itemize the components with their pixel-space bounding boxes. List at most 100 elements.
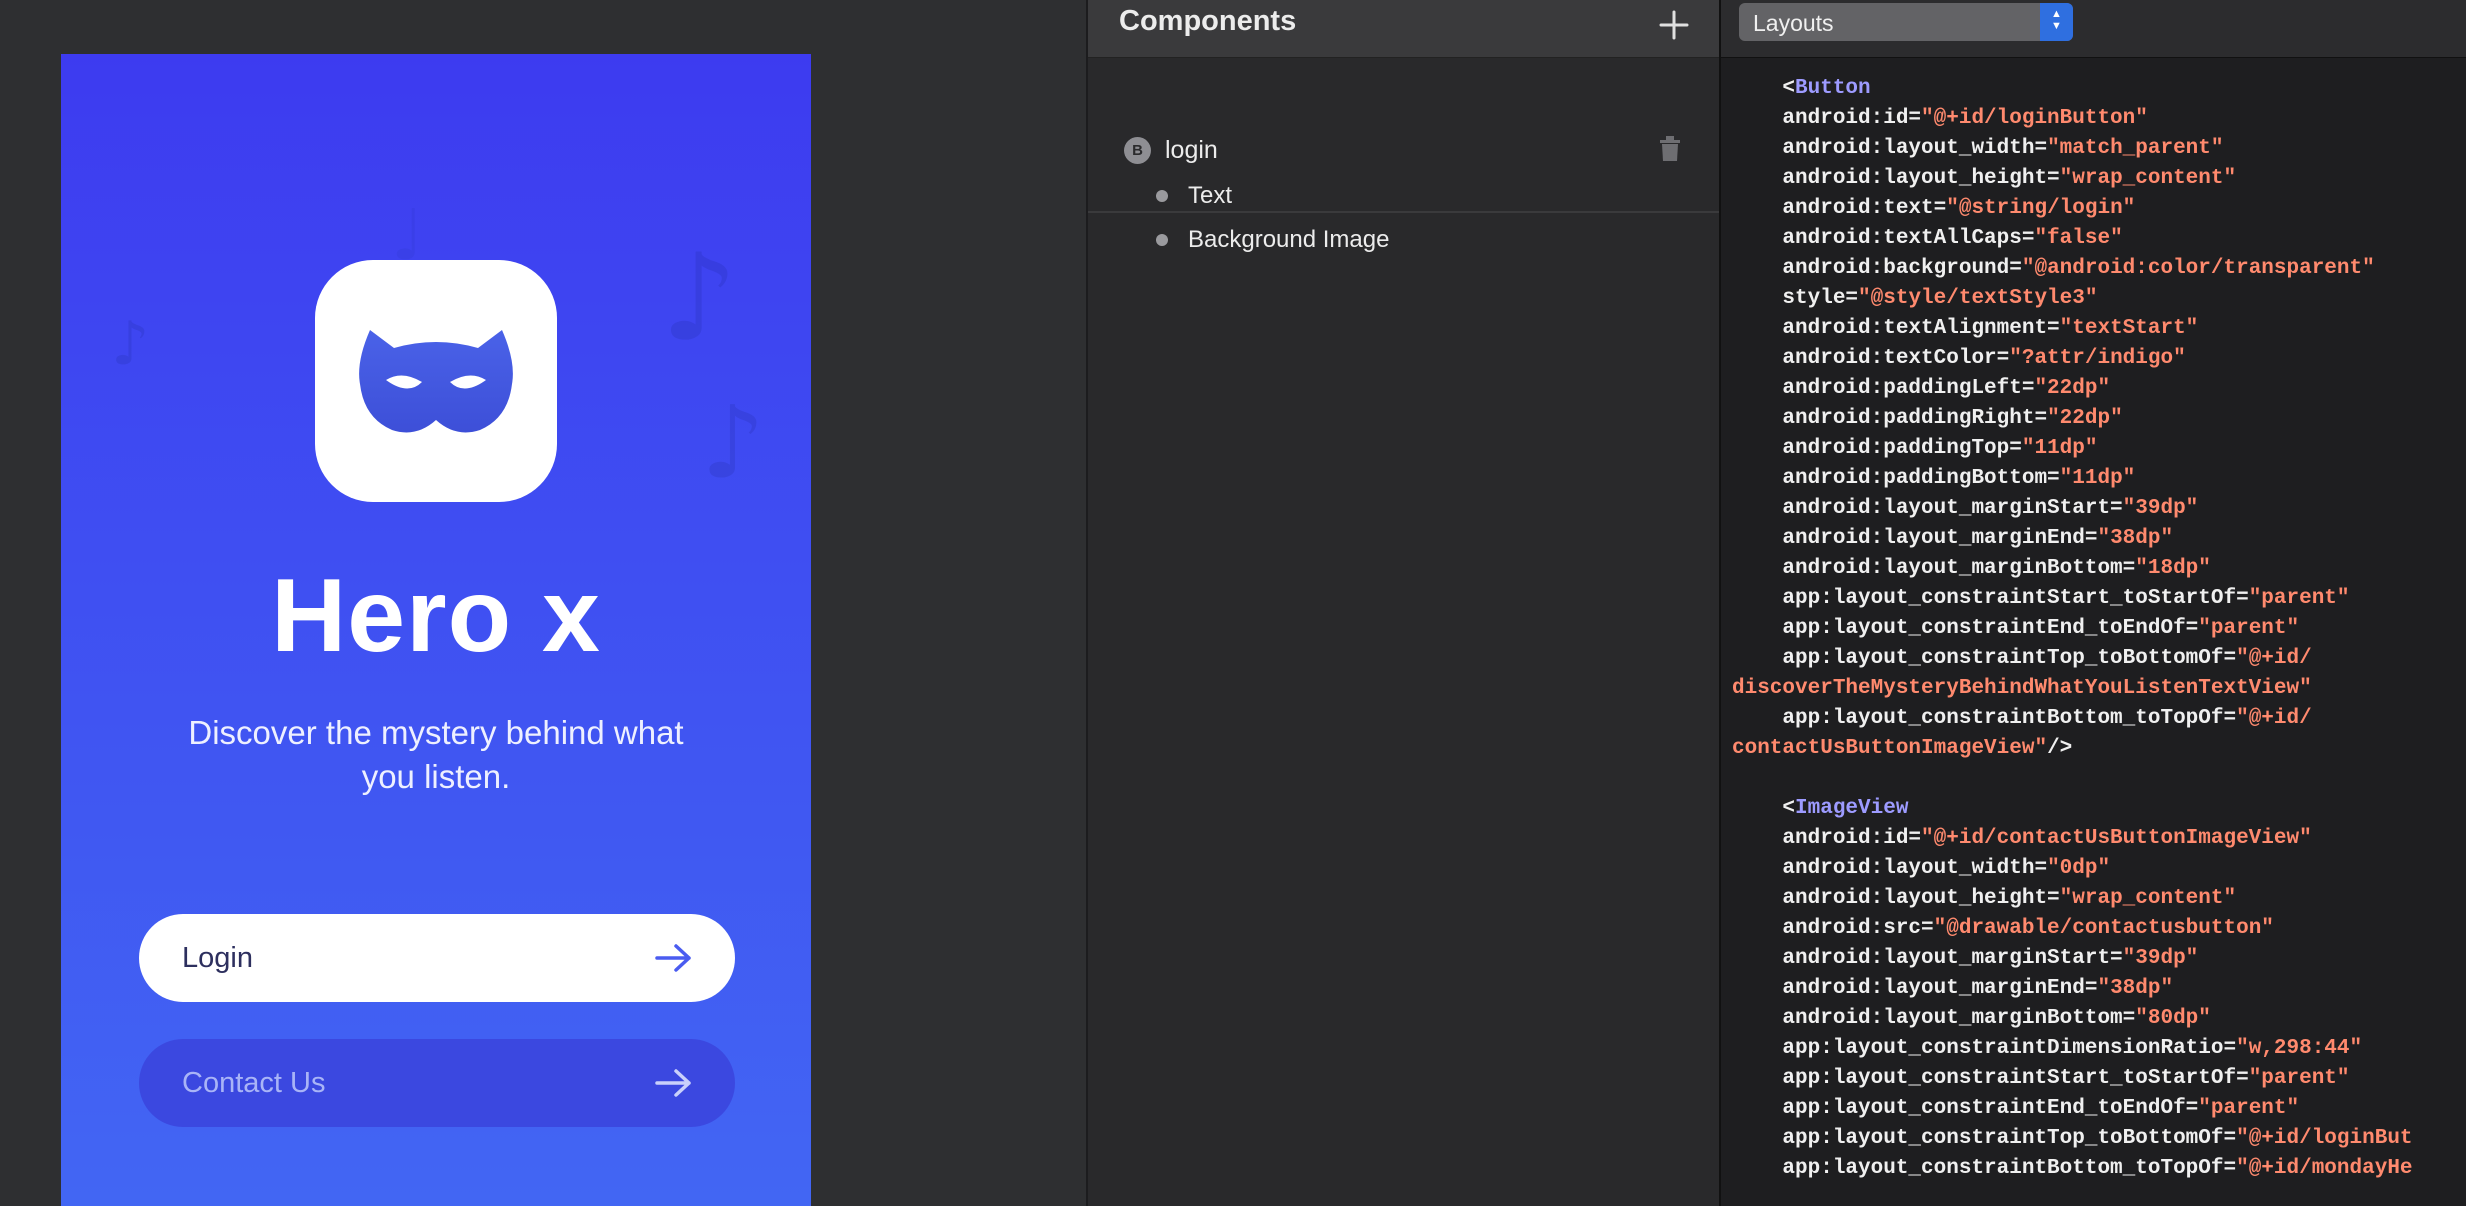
code-line: android:layout_height="wrap_content" — [1732, 164, 2462, 194]
code-text: app:layout_constraintDimensionRatio= — [1732, 1037, 2237, 1060]
bullet-icon — [1156, 190, 1168, 202]
code-text: app:layout_constraintBottom_toTopOf= — [1732, 1157, 2237, 1180]
code-line: style="@style/textStyle3" — [1732, 284, 2462, 314]
code-line: app:layout_constraintEnd_toEndOf="parent… — [1732, 1094, 2462, 1124]
code-text: android:paddingBottom= — [1732, 467, 2060, 490]
code-value: "39dp" — [2122, 947, 2199, 970]
app-title: Hero x — [271, 558, 601, 674]
code-value: "@style/textStyle3" — [1858, 287, 2098, 310]
contact-us-button-label: Contact Us — [182, 1066, 326, 1099]
phone-preview: ♪ ♪ ♪ ♩ Hero x Discover the mystery behi… — [61, 54, 811, 1206]
select-stepper-icon: ▲ ▼ — [2040, 3, 2073, 41]
code-text: < — [1732, 77, 1796, 100]
code-line: android:textAlignment="textStart" — [1732, 314, 2462, 344]
code-text: android:layout_width= — [1732, 857, 2048, 880]
code-value: "@string/login" — [1946, 197, 2136, 220]
add-component-button[interactable] — [1659, 7, 1689, 47]
login-button[interactable]: Login — [139, 914, 735, 1002]
code-text: android:paddingRight= — [1732, 407, 2048, 430]
code-value: "@+id/ — [2236, 707, 2312, 730]
code-value: "?attr/indigo" — [2009, 347, 2186, 370]
code-line: app:layout_constraintStart_toStartOf="pa… — [1732, 584, 2462, 614]
code-line: app:layout_constraintTop_toBottomOf="@+i… — [1732, 644, 2462, 674]
code-line: android:layout_height="wrap_content" — [1732, 884, 2462, 914]
component-child-label: Text — [1188, 182, 1233, 209]
code-line: <ImageView — [1732, 794, 2462, 824]
code-line: discoverTheMysteryBehindWhatYouListenTex… — [1732, 674, 2462, 704]
layout-type-select[interactable]: Layouts ▲ ▼ — [1739, 3, 2073, 41]
code-text: android:layout_marginEnd= — [1732, 527, 2098, 550]
code-line: android:layout_marginEnd="38dp" — [1732, 974, 2462, 1004]
code-value: "parent" — [2198, 1097, 2300, 1120]
bullet-icon — [1156, 234, 1168, 246]
code-text: android:layout_height= — [1732, 167, 2060, 190]
code-value: "22dp" — [2034, 377, 2111, 400]
trash-icon — [1660, 136, 1680, 161]
code-value: "@+id/loginButton" — [1921, 107, 2148, 130]
code-text: android:id= — [1732, 107, 1922, 130]
delete-component-button[interactable] — [1659, 136, 1681, 167]
code-text: android:paddingTop= — [1732, 437, 2022, 460]
code-line: android:paddingRight="22dp" — [1732, 404, 2462, 434]
code-line: android:paddingBottom="11dp" — [1732, 464, 2462, 494]
code-line: android:text="@string/login" — [1732, 194, 2462, 224]
code-line: app:layout_constraintTop_toBottomOf="@+i… — [1732, 1124, 2462, 1154]
code-value: "11dp" — [2021, 437, 2098, 460]
component-child-background-image[interactable]: Background Image — [1156, 226, 1389, 254]
code-line: android:textAllCaps="false" — [1732, 224, 2462, 254]
code-line: contactUsButtonImageView"/> — [1732, 734, 2462, 764]
code-value: "textStart" — [2059, 317, 2199, 340]
code-line: app:layout_constraintDimensionRatio="w,2… — [1732, 1034, 2462, 1064]
code-line: android:layout_marginBottom="18dp" — [1732, 554, 2462, 584]
code-line: app:layout_constraintEnd_toEndOf="parent… — [1732, 614, 2462, 644]
preview-pane: ♪ ♪ ♪ ♩ Hero x Discover the mystery behi… — [0, 0, 1086, 1206]
code-line: android:src="@drawable/contactusbutton" — [1732, 914, 2462, 944]
code-tag: ImageView — [1795, 797, 1909, 820]
code-text: android:textAllCaps= — [1732, 227, 2035, 250]
code-text: android:text= — [1732, 197, 1947, 220]
arrow-right-icon — [655, 1069, 691, 1097]
code-value: "@+id/mondayHe — [2236, 1157, 2413, 1180]
code-line: app:layout_constraintBottom_toTopOf="@+i… — [1732, 704, 2462, 734]
code-text: android:layout_marginStart= — [1732, 947, 2123, 970]
code-text: android:textAlignment= — [1732, 317, 2060, 340]
music-note-icon: ♪ — [111, 309, 150, 379]
code-value: "@drawable/contactusbutton" — [1933, 917, 2274, 940]
code-value: "18dp" — [2135, 557, 2211, 580]
code-value: "parent" — [2248, 587, 2350, 610]
app-subtitle: Discover the mystery behind what you lis… — [188, 714, 684, 795]
contact-us-button[interactable]: Contact Us — [139, 1039, 735, 1127]
code-line: android:paddingTop="11dp" — [1732, 434, 2462, 464]
music-note-icon: ♪ — [661, 229, 738, 368]
code-line: android:background="@android:color/trans… — [1732, 254, 2462, 284]
code-text: app:layout_constraintTop_toBottomOf= — [1732, 1127, 2237, 1150]
code-line: android:paddingLeft="22dp" — [1732, 374, 2462, 404]
code-text: android:layout_marginStart= — [1732, 497, 2123, 520]
code-value: "38dp" — [2097, 527, 2174, 550]
component-child-text[interactable]: Text — [1156, 182, 1232, 210]
code-header: Layouts ▲ ▼ — [1721, 0, 2466, 58]
code-editor[interactable]: <Button android:id="@+id/loginButton" an… — [1732, 74, 2462, 1184]
code-line: android:layout_width="0dp" — [1732, 854, 2462, 884]
code-line: app:layout_constraintBottom_toTopOf="@+i… — [1732, 1154, 2462, 1184]
code-value: "w,298:44" — [2236, 1037, 2363, 1060]
code-value: "39dp" — [2122, 497, 2199, 520]
code-text: android:layout_height= — [1732, 887, 2060, 910]
code-line: android:id="@+id/loginButton" — [1732, 104, 2462, 134]
code-text: android:layout_width= — [1732, 137, 2048, 160]
code-value: "match_parent" — [2047, 137, 2224, 160]
component-item-login[interactable]: B login — [1124, 136, 1218, 165]
component-tree: B login Text Background Image — [1088, 58, 1719, 253]
components-title: Components — [1119, 5, 1297, 37]
code-value: "22dp" — [2047, 407, 2123, 430]
code-line: <Button — [1732, 74, 2462, 104]
code-text: android:paddingLeft= — [1732, 377, 2035, 400]
code-line: app:layout_constraintStart_toStartOf="pa… — [1732, 1064, 2462, 1094]
code-panel: Layouts ▲ ▼ <Button android:id="@+id/logi… — [1719, 0, 2466, 1206]
app-logo — [315, 260, 557, 502]
code-tag: Button — [1795, 77, 1871, 100]
components-panel: Components B login Text Background Image — [1086, 0, 1719, 1206]
code-line: android:layout_marginStart="39dp" — [1732, 494, 2462, 524]
code-text: app:layout_constraintStart_toStartOf= — [1732, 1067, 2249, 1090]
code-text: android:layout_marginBottom= — [1732, 557, 2136, 580]
